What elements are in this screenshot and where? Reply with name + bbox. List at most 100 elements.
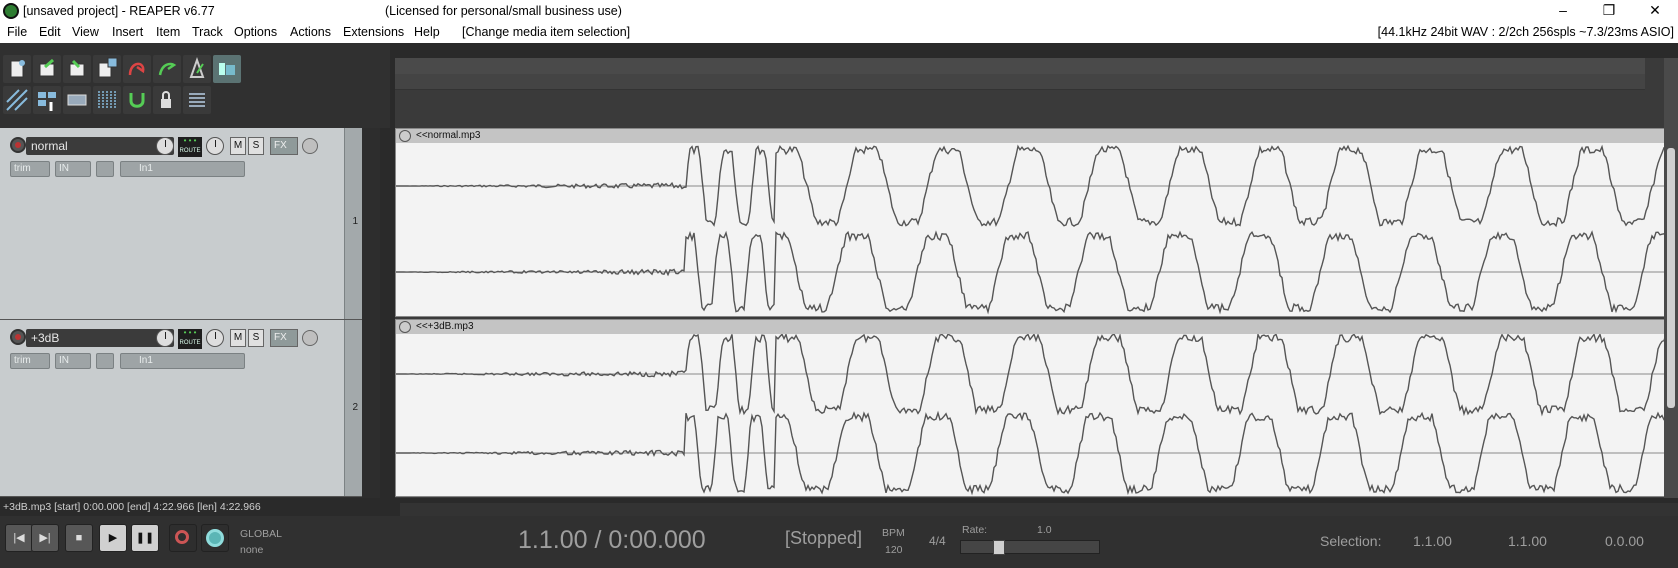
record-button[interactable] — [169, 524, 197, 552]
time-signature[interactable]: 4/4 — [929, 534, 946, 548]
phase-icon[interactable] — [302, 138, 318, 154]
track-name-field[interactable]: +3dB — [26, 329, 174, 347]
item-name: <<normal.mp3 — [416, 130, 481, 141]
solo-button[interactable]: S — [248, 329, 264, 347]
window-title: [unsaved project] - REAPER v6.77 — [23, 4, 215, 18]
waveform-1 — [396, 144, 1666, 315]
menu-item[interactable]: Item — [156, 25, 180, 39]
fx-button[interactable]: FX — [270, 329, 298, 347]
horizontal-scrollbar[interactable] — [400, 503, 1678, 517]
audio-device-status[interactable]: [44.1kHz 24bit WAV : 2/2ch 256spls ~7.3/… — [1378, 25, 1674, 39]
go-to-start-button[interactable]: |◀ — [5, 524, 33, 552]
rate-slider[interactable] — [960, 540, 1100, 555]
track-panel-2[interactable]: +3dB ROUTE M S FX trim IN In1 2 — [0, 319, 362, 497]
ripple-edit-icon[interactable] — [213, 55, 241, 83]
item-header: <<+3dB.mp3 — [396, 320, 1664, 334]
menu-file[interactable]: File — [7, 25, 27, 39]
arrange-view[interactable]: <<normal.mp3 <<+3dB.mp3 — [395, 58, 1678, 498]
menu-view[interactable]: View — [72, 25, 99, 39]
input-channel-select[interactable]: In1 — [120, 353, 245, 369]
input-monitor-icon[interactable] — [96, 353, 114, 369]
input-channel-select[interactable]: In1 — [120, 161, 245, 177]
menu-edit[interactable]: Edit — [39, 25, 61, 39]
pause-button[interactable]: ❚❚ — [131, 524, 159, 552]
track-name-field[interactable]: normal — [26, 137, 174, 155]
selection-length[interactable]: 0.0.00 — [1605, 533, 1644, 549]
route-button[interactable]: ROUTE — [178, 319, 202, 349]
repeat-button[interactable] — [201, 524, 229, 552]
timeline-ruler[interactable] — [395, 58, 1645, 90]
selection-label: Selection: — [1320, 533, 1382, 549]
menu-actions[interactable]: Actions — [290, 25, 331, 39]
vertical-scrollbar[interactable] — [1664, 58, 1678, 498]
input-button[interactable]: IN — [55, 353, 91, 369]
item-grouping-icon[interactable] — [33, 86, 61, 114]
menu-help[interactable]: Help — [414, 25, 440, 39]
media-item-2[interactable]: <<+3dB.mp3 — [395, 319, 1666, 497]
pan-knob[interactable] — [206, 329, 224, 347]
undo-history-text: [Change media item selection] — [462, 25, 631, 39]
item-properties-icon[interactable] — [399, 130, 411, 142]
menu-insert[interactable]: Insert — [112, 25, 143, 39]
trim-envelope-button[interactable]: trim — [10, 353, 50, 369]
scrollbar-thumb[interactable] — [1667, 148, 1675, 408]
media-item-1[interactable]: <<normal.mp3 — [395, 128, 1666, 317]
grid-icon[interactable] — [3, 86, 31, 114]
selection-start[interactable]: 1.1.00 — [1413, 533, 1452, 549]
undo-icon[interactable] — [123, 55, 151, 83]
menu-bar: File Edit View Insert Item Track Options… — [0, 22, 1678, 43]
global-automation-mode[interactable]: none — [240, 544, 263, 556]
magnet-icon[interactable] — [123, 86, 151, 114]
rate-slider-thumb[interactable] — [993, 540, 1005, 555]
record-arm-button[interactable] — [10, 329, 26, 345]
menu-track[interactable]: Track — [192, 25, 223, 39]
solo-button[interactable]: S — [248, 137, 264, 155]
input-button[interactable]: IN — [55, 161, 91, 177]
volume-knob[interactable] — [156, 137, 174, 155]
item-properties-icon[interactable] — [399, 321, 411, 333]
input-monitor-icon[interactable] — [96, 161, 114, 177]
open-project-icon[interactable] — [33, 55, 61, 83]
license-text: (Licensed for personal/small business us… — [385, 4, 622, 18]
track-number: 1 — [352, 216, 358, 227]
global-automation-label: GLOBAL — [240, 528, 283, 540]
maximize-button[interactable]: ❐ — [1586, 0, 1632, 22]
transport-bar: |◀ ▶| ■ ▶ ❚❚ GLOBAL none 1.1.00 / 0:00.0… — [0, 516, 1678, 568]
go-to-end-button[interactable]: ▶| — [31, 524, 59, 552]
track-panel-1[interactable]: normal ROUTE M S FX trim IN In1 1 — [0, 127, 362, 320]
snap-icon[interactable] — [63, 86, 91, 114]
metronome-icon[interactable] — [183, 55, 211, 83]
save-project-icon[interactable] — [63, 55, 91, 83]
stop-button[interactable]: ■ — [65, 524, 93, 552]
rate-label: Rate: — [962, 524, 988, 536]
grid-lines-icon[interactable] — [93, 86, 121, 114]
redo-icon[interactable] — [153, 55, 181, 83]
reaper-logo-icon — [3, 3, 19, 19]
fx-button[interactable]: FX — [270, 137, 298, 155]
menu-options[interactable]: Options — [234, 25, 277, 39]
lock-icon[interactable] — [153, 86, 181, 114]
bpm-label: BPM — [882, 527, 905, 539]
bpm-value[interactable]: 120 — [885, 544, 903, 556]
item-header: <<normal.mp3 — [396, 129, 1664, 143]
pan-knob[interactable] — [206, 137, 224, 155]
close-button[interactable]: ✕ — [1632, 0, 1678, 22]
record-arm-button[interactable] — [10, 137, 26, 153]
route-button[interactable]: ROUTE — [178, 127, 202, 157]
new-project-icon[interactable] — [3, 55, 31, 83]
mute-button[interactable]: M — [230, 329, 246, 347]
track-control-panel: normal ROUTE M S FX trim IN In1 1 +3dB R… — [0, 127, 380, 498]
position-display[interactable]: 1.1.00 / 0:00.000 — [518, 526, 706, 555]
trim-envelope-button[interactable]: trim — [10, 161, 50, 177]
project-settings-icon[interactable] — [93, 55, 121, 83]
show-list-icon[interactable] — [183, 86, 211, 114]
menu-extensions[interactable]: Extensions — [343, 25, 404, 39]
play-button[interactable]: ▶ — [99, 524, 127, 552]
phase-icon[interactable] — [302, 330, 318, 346]
selection-end[interactable]: 1.1.00 — [1508, 533, 1547, 549]
volume-knob[interactable] — [156, 329, 174, 347]
item-info-status: +3dB.mp3 [start] 0:00.000 [end] 4:22.966… — [0, 498, 400, 516]
waveform-2 — [396, 334, 1666, 496]
minimize-button[interactable]: – — [1540, 0, 1586, 22]
mute-button[interactable]: M — [230, 137, 246, 155]
